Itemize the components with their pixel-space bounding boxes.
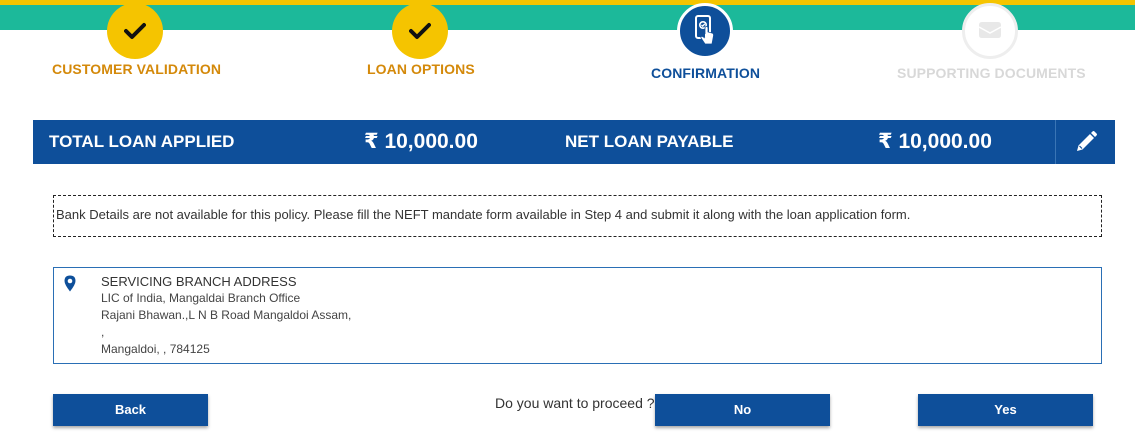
address-line: Mangaldoi, , 784125 — [101, 342, 210, 356]
step-3-label: CONFIRMATION — [651, 65, 761, 81]
step-4-label: SUPPORTING DOCUMENTS — [897, 65, 1086, 81]
total-loan-applied-label: TOTAL LOAN APPLIED — [49, 132, 235, 151]
yes-button[interactable]: Yes — [918, 394, 1093, 426]
step-2-circle — [392, 3, 448, 59]
net-loan-payable-amount: ₹ 10,000.00 — [878, 130, 992, 153]
address-line: LIC of India, Mangaldai Branch Office — [101, 291, 301, 305]
total-loan-applied-amount: ₹ 10,000.00 — [364, 130, 478, 153]
bank-details-notice: Bank Details are not available for this … — [53, 195, 1102, 237]
step-3-circle — [677, 3, 733, 59]
step-2-label: LOAN OPTIONS — [367, 61, 475, 77]
address-line: Rajani Bhawan.,L N B Road Mangaldoi Assa… — [101, 308, 352, 322]
edit-loan-button[interactable] — [1055, 120, 1115, 164]
address-heading: SERVICING BRANCH ADDRESS — [101, 274, 297, 289]
net-loan-payable-label: NET LOAN PAYABLE — [565, 132, 734, 151]
servicing-branch-address-box: SERVICING BRANCH ADDRESS LIC of India, M… — [53, 267, 1102, 364]
step-4-circle — [962, 3, 1018, 59]
checkmark-icon — [124, 23, 146, 39]
no-button[interactable]: No — [655, 394, 830, 426]
document-icon — [978, 22, 1002, 38]
back-button[interactable]: Back — [53, 394, 208, 426]
pencil-icon — [1076, 131, 1097, 151]
loan-summary-bar: TOTAL LOAN APPLIED ₹ 10,000.00 NET LOAN … — [33, 120, 1115, 164]
step-1-label: CUSTOMER VALIDATION — [52, 61, 222, 77]
proceed-prompt: Do you want to proceed ? — [495, 395, 655, 411]
step-1-circle — [107, 3, 163, 59]
address-line: , — [101, 325, 105, 339]
checkmark-icon — [409, 23, 431, 39]
location-pin-icon — [64, 275, 76, 295]
phone-touch-icon — [695, 15, 714, 45]
